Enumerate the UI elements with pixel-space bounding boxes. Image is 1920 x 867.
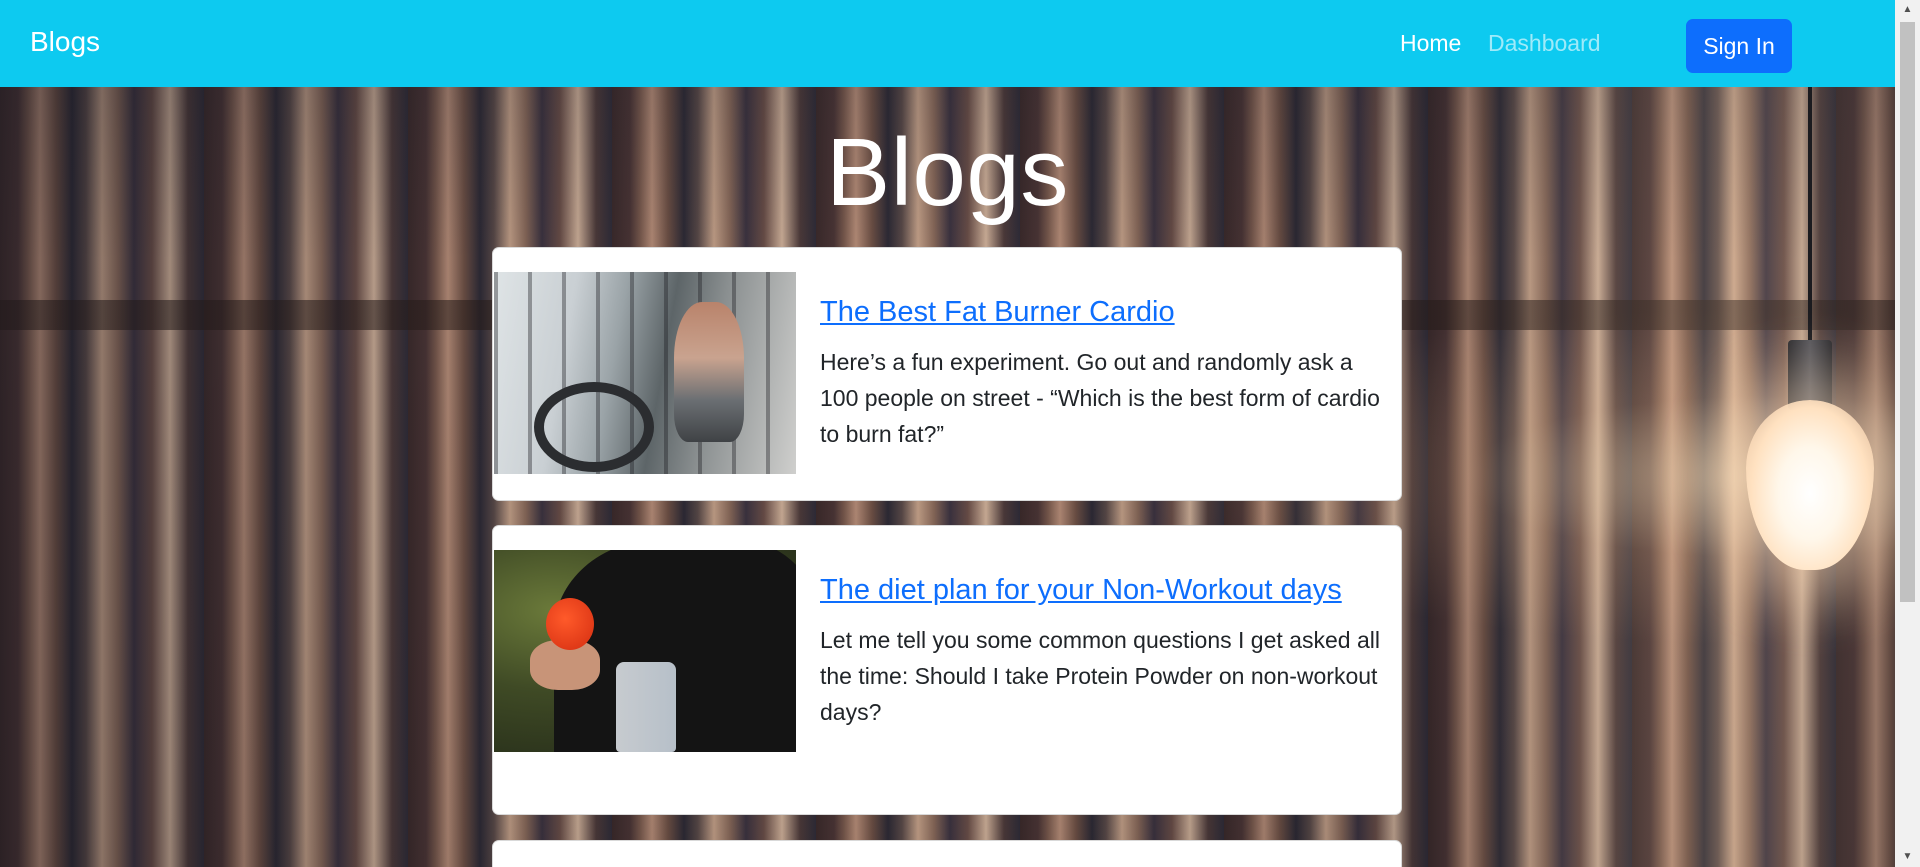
blog-card: The Best Fat Burner Cardio Here’s a fun … [492, 247, 1402, 501]
scroll-up-arrow-icon[interactable]: ▲ [1895, 0, 1920, 20]
nav-link-dashboard[interactable]: Dashboard [1488, 30, 1601, 57]
scroll-down-arrow-icon[interactable]: ▼ [1895, 847, 1920, 867]
blog-card-image-protein-shaker[interactable] [494, 550, 796, 752]
blog-card-excerpt: Let me tell you some common questions I … [820, 627, 1380, 725]
scrollbar-thumb[interactable] [1900, 22, 1915, 602]
navbar-brand[interactable]: Blogs [30, 26, 100, 58]
shaker-cap [546, 598, 594, 650]
page-title: Blogs [826, 119, 1069, 226]
blog-card-body: The Best Fat Burner Cardio Here’s a fun … [820, 294, 1380, 452]
sign-in-button[interactable]: Sign In [1686, 19, 1792, 73]
shaker-bottle [616, 662, 676, 752]
blog-card-title-link[interactable]: The Best Fat Burner Cardio [820, 294, 1380, 330]
blog-card-body: The diet plan for your Non-Workout days … [820, 572, 1380, 730]
vertical-scrollbar[interactable]: ▲ ▼ [1895, 0, 1920, 867]
navbar: Blogs Home Dashboard Sign In [0, 0, 1895, 87]
air-bike-wheel [534, 382, 654, 472]
blog-card-partial [492, 840, 1402, 867]
blog-card: The diet plan for your Non-Workout days … [492, 525, 1402, 815]
page: Blogs Home Dashboard Sign In Blogs The B… [0, 0, 1920, 867]
blog-card-excerpt: Here’s a fun experiment. Go out and rand… [820, 349, 1380, 447]
blog-card-image-gym-cardio[interactable] [494, 272, 796, 474]
nav-link-home[interactable]: Home [1400, 30, 1461, 57]
background-light-bulb [1746, 400, 1874, 570]
gym-person [674, 302, 744, 442]
blog-card-title-link[interactable]: The diet plan for your Non-Workout days [820, 572, 1380, 608]
